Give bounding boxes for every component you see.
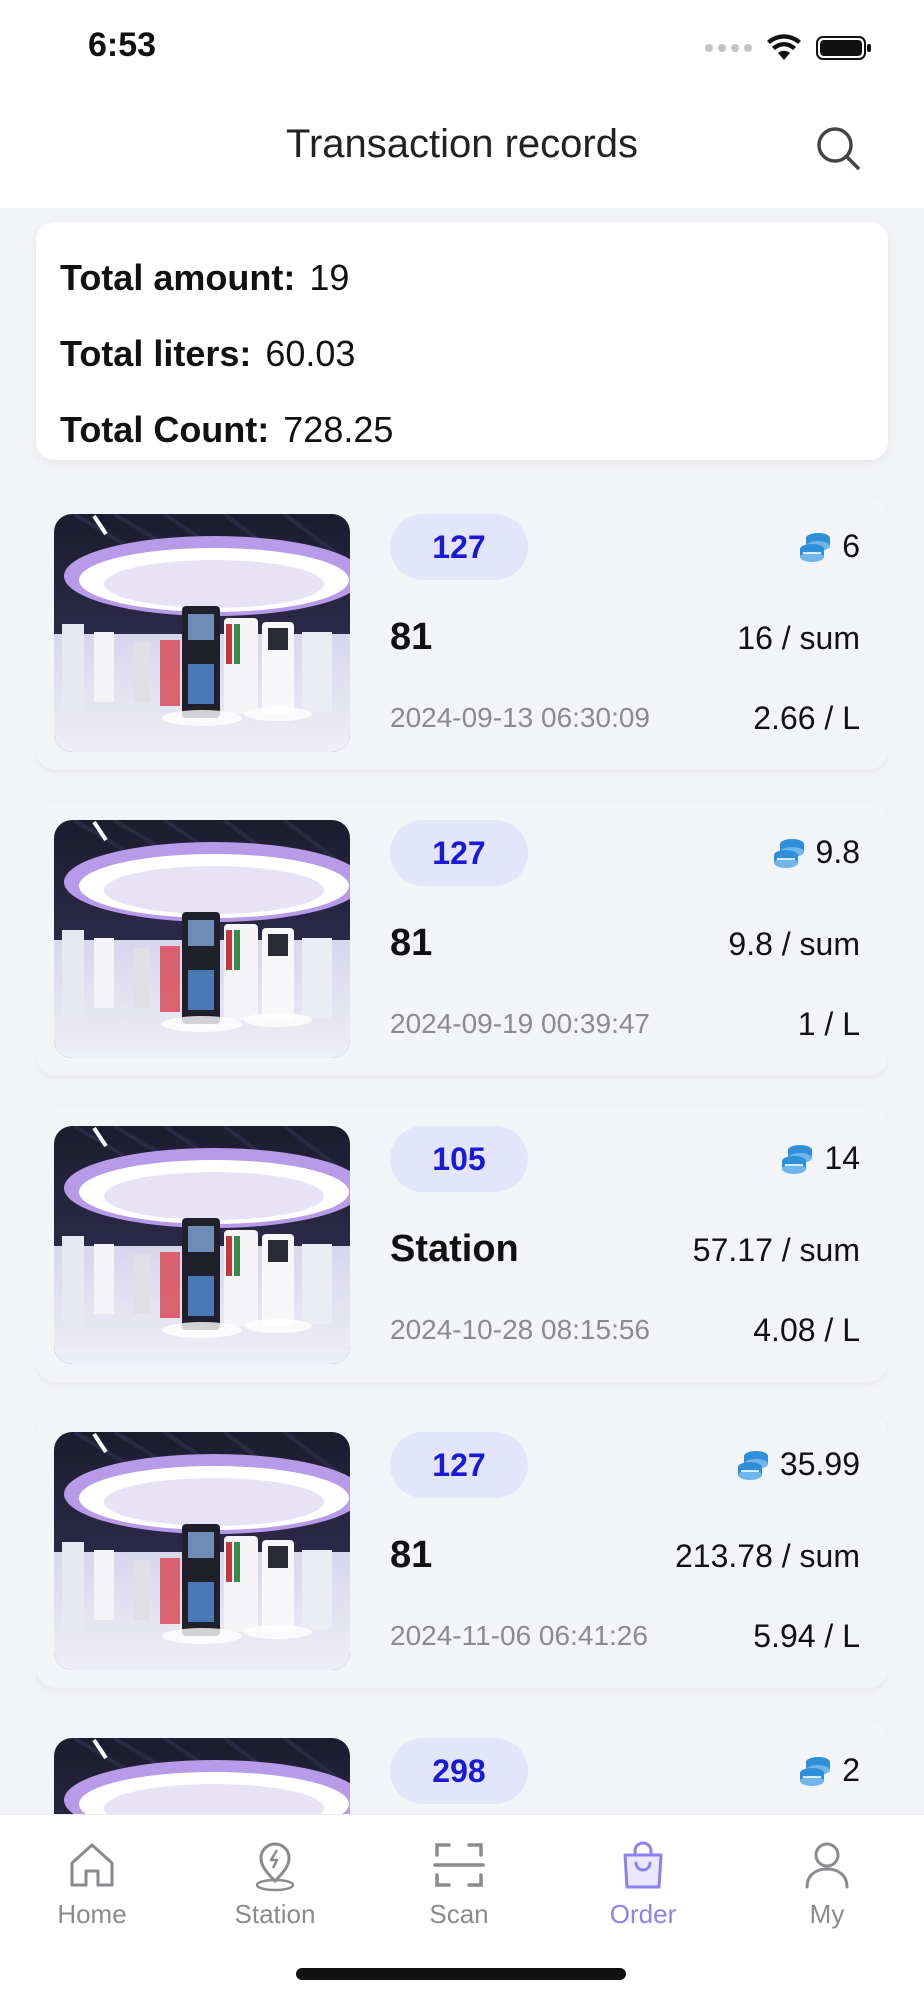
coins-icon <box>798 530 832 564</box>
home-indicator <box>296 1968 626 1980</box>
price-per-liter: 4.08 / L <box>753 1312 860 1348</box>
total-count-value: 728.25 <box>283 409 394 450</box>
station-photo <box>54 1432 350 1670</box>
status-time: 6:53 <box>88 26 157 64</box>
price-per-liter: 2.66 / L <box>753 700 860 736</box>
coins-icon <box>736 1448 770 1482</box>
pump-badge: 127 <box>390 820 528 886</box>
transaction-date: 2024-10-28 08:15:56 <box>390 1314 650 1345</box>
coins-icon <box>780 1142 814 1176</box>
tab-my[interactable]: My <box>752 1837 902 1930</box>
shopping-bag-icon <box>623 1841 663 1889</box>
transaction-card[interactable]: 127 9.8 81 9.8 / sum 2024-09-19 00:39:47… <box>36 802 888 1076</box>
tab-my-label: My <box>809 1899 845 1929</box>
total-count-row: Total Count: 728.25 <box>60 392 864 468</box>
pump-badge: 127 <box>390 514 528 580</box>
sum-value: 9.8 / sum <box>728 926 860 962</box>
total-count-label: Total Count: <box>60 409 270 450</box>
station-pin-icon <box>255 1842 295 1892</box>
pump-badge: 127 <box>390 1432 528 1498</box>
coins-amount: 6 <box>798 528 860 565</box>
signal-icon <box>705 44 752 52</box>
total-amount-label: Total amount: <box>60 257 296 298</box>
transaction-date: 2024-09-19 00:39:47 <box>390 1008 650 1039</box>
coins-value: 6 <box>842 528 860 564</box>
coins-icon <box>772 836 806 870</box>
transaction-date: 2024-11-06 06:41:26 <box>390 1620 648 1651</box>
tab-order[interactable]: Order <box>568 1837 718 1930</box>
tab-order-label: Order <box>609 1899 677 1929</box>
total-liters-label: Total liters: <box>60 333 252 374</box>
status-icons <box>705 34 872 62</box>
tab-station[interactable]: Station <box>200 1837 350 1930</box>
coins-value: 2 <box>842 1752 860 1788</box>
battery-icon <box>816 36 871 60</box>
scan-icon <box>433 1843 485 1887</box>
coins-icon <box>798 1754 832 1788</box>
transaction-date: 2024-09-13 06:30:09 <box>390 702 650 733</box>
status-bar: 6:53 <box>0 0 924 100</box>
transaction-card[interactable]: 105 14 Station 57.17 / sum 2024-10-28 08… <box>36 1108 888 1382</box>
coins-value: 35.99 <box>779 1446 860 1482</box>
pump-badge: 298 <box>390 1738 528 1804</box>
sum-value: 16 / sum <box>737 620 860 656</box>
total-amount-value: 19 <box>309 257 350 298</box>
tab-home[interactable]: Home <box>17 1837 167 1930</box>
search-button[interactable] <box>808 118 868 178</box>
station-photo <box>54 514 350 752</box>
total-liters-value: 60.03 <box>265 333 356 374</box>
page-title: Transaction records <box>286 122 638 166</box>
sum-value: 213.78 / sum <box>675 1538 860 1574</box>
search-icon <box>817 127 860 170</box>
home-icon <box>70 1843 114 1887</box>
transaction-list[interactable]: 127 6 81 16 / sum 2024-09-13 06:30:09 2.… <box>36 496 888 1814</box>
coins-value: 9.8 <box>815 834 860 870</box>
wifi-icon <box>767 34 801 60</box>
station-name: 81 <box>390 922 433 964</box>
station-name: 81 <box>390 616 433 658</box>
user-icon <box>805 1842 849 1889</box>
price-per-liter: 1 / L <box>797 1006 860 1042</box>
tab-station-label: Station <box>234 1899 316 1929</box>
transaction-card[interactable]: 298 2 <box>36 1720 888 1814</box>
transaction-card[interactable]: 127 6 81 16 / sum 2024-09-13 06:30:09 2.… <box>36 496 888 770</box>
coins-amount: 35.99 <box>736 1446 860 1483</box>
total-liters-row: Total liters: 60.03 <box>60 316 864 392</box>
tab-home-label: Home <box>57 1899 127 1929</box>
summary-card: Total amount: 19 Total liters: 60.03 Tot… <box>36 222 888 460</box>
header: Transaction records <box>0 100 924 208</box>
sum-value: 57.17 / sum <box>692 1232 860 1268</box>
price-per-liter: 5.94 / L <box>753 1618 860 1654</box>
transaction-card[interactable]: 127 35.99 81 213.78 / sum 2024-11-06 06:… <box>36 1414 888 1688</box>
station-name: Station <box>390 1228 519 1270</box>
station-photo <box>54 820 350 1058</box>
coins-value: 14 <box>824 1140 860 1176</box>
tab-scan[interactable]: Scan <box>384 1837 534 1930</box>
tab-scan-label: Scan <box>429 1899 489 1929</box>
coins-amount: 2 <box>798 1752 860 1789</box>
station-photo <box>54 1126 350 1364</box>
station-photo <box>54 1738 350 1814</box>
coins-amount: 14 <box>780 1140 860 1177</box>
station-name: 81 <box>390 1534 433 1576</box>
total-amount-row: Total amount: 19 <box>60 240 864 316</box>
pump-badge: 105 <box>390 1126 528 1192</box>
coins-amount: 9.8 <box>772 834 860 871</box>
